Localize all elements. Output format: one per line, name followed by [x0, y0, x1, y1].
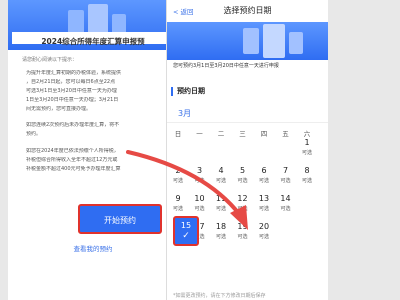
date-number: 3	[196, 166, 203, 175]
date-available-label: 可选	[258, 206, 269, 212]
notice-line: 如您连续2次预约后未办理年度汇算，将不	[26, 122, 120, 128]
weekday-label: 三	[239, 130, 246, 138]
date-available-label: 可选	[237, 206, 248, 212]
check-icon: ✓	[182, 231, 190, 241]
selected-date-number: 15	[180, 221, 192, 230]
weekday-label: 四	[260, 130, 268, 138]
date-available-label: 可选	[215, 234, 226, 240]
view-my-booking-link[interactable]: 查看我的预约	[8, 243, 178, 253]
page-title: 2024综合所得年度汇算申报预	[41, 37, 145, 46]
building-illustration	[112, 14, 126, 34]
date-number: 9	[175, 194, 181, 203]
weekday-label: 日	[174, 130, 182, 138]
date-available-label: 可选	[215, 178, 226, 184]
date-number: 6	[261, 166, 267, 175]
start-booking-button[interactable]: 开始预约	[78, 204, 162, 234]
notice-text: 您可预约3月1日至3月20日中任意一天进行申报	[167, 60, 328, 72]
date-available-label: 可选	[301, 178, 312, 184]
page-title: 选择预约日期	[223, 6, 272, 15]
notice-line: 补税但综合所得收入全年不超过12万元或	[26, 157, 118, 163]
intro-screen: 2024综合所得年度汇算申报预 请您耐心阅读以下提示： 为提升年度汇算初期的办税…	[8, 0, 178, 300]
notice-line: 间无需预约，您可直接办理。	[26, 106, 92, 112]
weekday-label: 六	[303, 130, 311, 138]
footer-note: *如需更改预约，请在下方修改日期后保存	[173, 293, 266, 299]
building-illustration	[68, 10, 84, 34]
notice-line: 可选3月1日至3月20日中任意一天为办理	[26, 88, 117, 94]
building-illustration	[289, 32, 303, 54]
date-available-label: 可选	[237, 178, 248, 184]
date-number: 19	[237, 222, 248, 231]
building-illustration	[88, 4, 108, 34]
date-available-label: 可选	[280, 178, 291, 184]
date-number: 14	[280, 194, 291, 203]
header-banner	[167, 22, 328, 60]
notice-line: 如您在2024年度已依法预缴个人所得税，	[26, 148, 119, 154]
date-available-label: 可选	[215, 206, 226, 212]
nav-bar: < 返回 选择预约日期	[167, 0, 328, 22]
section-title: 预约日期	[177, 87, 205, 95]
weekday-label: 二	[217, 130, 225, 138]
selected-date-cell[interactable]: 15 ✓	[173, 216, 199, 246]
greeting-text: 请您耐心阅读以下提示：	[22, 57, 78, 63]
date-available-label: 可选	[194, 178, 205, 184]
date-picker-screen: < 返回 选择预约日期 您可预约3月1日至3月20日中任意一天进行申报 预约日期…	[166, 0, 328, 300]
date-available-label: 可选	[237, 234, 248, 240]
date-available-label: 可选	[172, 178, 183, 184]
weekday-label: 一	[196, 130, 203, 138]
date-available-label: 可选	[258, 234, 269, 240]
start-booking-label: 开始预约	[104, 216, 136, 225]
date-number: 7	[282, 166, 289, 175]
weekday-label: 五	[282, 130, 289, 138]
date-number: 12	[237, 194, 248, 203]
divider	[167, 122, 328, 123]
date-number: 8	[304, 166, 310, 175]
date-number: 5	[239, 166, 246, 175]
date-number: 18	[215, 222, 227, 231]
section-marker	[171, 87, 173, 96]
notice-line: 为提升年度汇算初期的办税体验，系统提供	[26, 70, 122, 76]
building-illustration	[243, 28, 259, 54]
notice-line: 预约。	[26, 131, 42, 137]
notice-line: 补税金额不超过400元可免予办理年度汇算	[26, 166, 121, 172]
date-number: 13	[258, 194, 270, 203]
month-label: 3月	[178, 109, 192, 118]
notice-line: 1日至3月20日中任意一天办理；3月21日	[26, 97, 119, 103]
date-number: 20	[258, 222, 270, 231]
date-number: 4	[218, 166, 224, 175]
date-number: 2	[175, 166, 181, 175]
date-available-label: 可选	[172, 206, 183, 212]
notice-line: ，自2月21日起，您可以每日6点至22点	[26, 79, 116, 85]
date-number: 10	[194, 194, 205, 203]
date-available-label: 可选	[280, 206, 291, 212]
date-available-label: 可选	[194, 206, 205, 212]
date-number: 11	[215, 194, 227, 203]
building-illustration	[263, 24, 285, 58]
date-available-label: 可选	[258, 178, 269, 184]
date-number: 1	[304, 138, 310, 147]
date-available-label: 可选	[301, 150, 312, 156]
